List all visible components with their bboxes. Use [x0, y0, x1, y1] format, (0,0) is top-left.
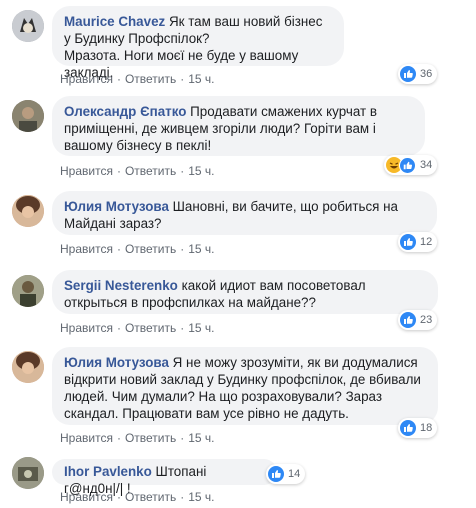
- like-link[interactable]: Нравится: [60, 321, 113, 335]
- reply-link[interactable]: Ответить: [125, 321, 176, 335]
- like-icon: [399, 156, 416, 174]
- like-link[interactable]: Нравится: [60, 431, 113, 445]
- reaction-summary[interactable]: 12: [398, 232, 438, 252]
- avatar[interactable]: [12, 457, 44, 489]
- avatar[interactable]: [12, 195, 44, 227]
- reply-link[interactable]: Ответить: [125, 490, 176, 504]
- reaction-summary[interactable]: 23: [398, 310, 438, 330]
- like-icon: [400, 420, 416, 436]
- reaction-count: 14: [288, 468, 301, 480]
- like-link[interactable]: Нравится: [60, 164, 113, 178]
- like-icon: [400, 312, 416, 328]
- reaction-count: 34: [420, 159, 433, 171]
- reply-link[interactable]: Ответить: [125, 242, 176, 256]
- like-link[interactable]: Нравится: [60, 242, 113, 256]
- avatar[interactable]: [12, 275, 44, 307]
- reaction-summary[interactable]: 36: [398, 64, 438, 84]
- timestamp[interactable]: 15 ч.: [188, 242, 214, 256]
- timestamp[interactable]: 15 ч.: [188, 321, 214, 335]
- like-link[interactable]: Нравится: [60, 490, 113, 504]
- like-link[interactable]: Нравится: [60, 72, 113, 86]
- reply-link[interactable]: Ответить: [125, 72, 176, 86]
- comment-bubble: Юлия Мотузова Шановні, ви бачите, що роб…: [52, 191, 437, 235]
- comment-actions: Нравится · Ответить · 15 ч.: [60, 164, 215, 178]
- timestamp[interactable]: 15 ч.: [188, 72, 214, 86]
- reaction-count: 18: [420, 422, 433, 434]
- comment-bubble: Maurice Chavez Як там ваш новий бізнес у…: [52, 6, 344, 80]
- comment-actions: Нравится · Ответить · 15 ч.: [60, 72, 215, 86]
- comment-bubble: Sergii Nesterenko какой идиот вам посове…: [52, 270, 438, 314]
- comment-actions: Нравится · Ответить · 15 ч.: [60, 490, 215, 504]
- comment-actions: Нравится · Ответить · 15 ч.: [60, 431, 215, 445]
- comment-bubble: Олександр Єпатко Продавати смажених курч…: [52, 96, 425, 156]
- timestamp[interactable]: 15 ч.: [188, 490, 214, 504]
- comment-author[interactable]: Юлия Мотузова: [64, 199, 169, 214]
- like-icon: [400, 66, 416, 82]
- avatar[interactable]: [12, 100, 44, 132]
- reaction-count: 23: [420, 314, 433, 326]
- avatar[interactable]: [12, 10, 44, 42]
- reaction-count: 36: [420, 68, 433, 80]
- like-icon: [268, 466, 284, 482]
- timestamp[interactable]: 15 ч.: [188, 431, 214, 445]
- comment-author[interactable]: Ihor Pavlenko: [64, 464, 152, 479]
- reply-link[interactable]: Ответить: [125, 164, 176, 178]
- comment-author[interactable]: Олександр Єпатко: [64, 104, 186, 119]
- reaction-count: 12: [420, 236, 433, 248]
- reaction-summary[interactable]: 34: [384, 155, 438, 175]
- comment-bubble: Ihor Pavlenko Штопані г@нд0н|/| !: [52, 459, 277, 496]
- comment-actions: Нравится · Ответить · 15 ч.: [60, 321, 215, 335]
- comment-author[interactable]: Sergii Nesterenko: [64, 278, 178, 293]
- like-icon: [400, 234, 416, 250]
- reply-link[interactable]: Ответить: [125, 431, 176, 445]
- comment-author[interactable]: Maurice Chavez: [64, 14, 165, 29]
- comment-bubble: Юлия Мотузова Я не можу зрозуміти, як ви…: [52, 347, 438, 425]
- avatar[interactable]: [12, 351, 44, 383]
- comment-actions: Нравится · Ответить · 15 ч.: [60, 242, 215, 256]
- reaction-summary[interactable]: 18: [398, 418, 438, 438]
- comment-author[interactable]: Юлия Мотузова: [64, 355, 169, 370]
- reaction-summary[interactable]: 14: [266, 464, 306, 484]
- timestamp[interactable]: 15 ч.: [188, 164, 214, 178]
